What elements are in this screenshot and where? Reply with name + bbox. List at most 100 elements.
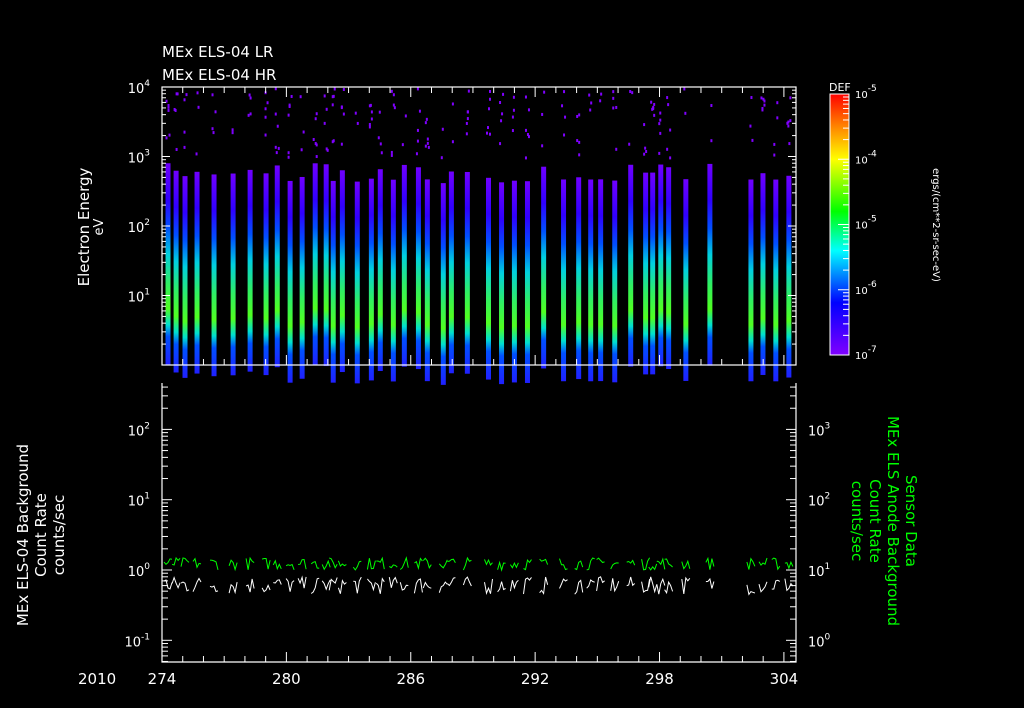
high-energy-count [788,142,791,146]
high-energy-count [416,139,419,143]
high-energy-count [659,111,662,115]
energy-tick-label: 101 [128,288,150,306]
background-segment [310,560,320,569]
high-energy-count [401,143,404,147]
high-energy-count [588,93,591,97]
spectrogram-marks [165,87,792,385]
high-energy-count [165,136,168,140]
high-energy-count [541,112,544,116]
high-energy-count [274,145,277,149]
high-energy-count [524,156,527,160]
orbit-pass-band [707,163,713,366]
high-energy-count [512,95,515,99]
high-energy-count [325,107,328,111]
background-segment [366,558,376,570]
high-energy-count [287,155,290,159]
high-energy-count [425,117,428,121]
orbit-pass-band [299,176,305,379]
background-segment [559,558,568,571]
high-energy-count [773,153,776,157]
high-energy-count [212,131,215,135]
background-segment [209,559,219,571]
background-segment [209,585,219,593]
background-series-marks [163,556,794,596]
orbit-pass-band [576,177,582,380]
high-energy-count [214,110,217,114]
background-segment [664,558,673,568]
high-energy-count [527,135,530,139]
background-segment [771,557,781,571]
high-energy-count [392,103,395,107]
high-energy-count [576,114,579,118]
high-energy-count [578,153,581,157]
background-segment [746,557,756,570]
high-energy-count [315,155,318,159]
high-energy-count [175,92,178,96]
high-energy-count [392,93,395,97]
high-energy-count [487,107,490,111]
high-energy-count [247,113,250,117]
high-energy-count [276,124,279,128]
high-energy-count [643,152,646,156]
orbit-pass-band [339,170,345,373]
background-segment [641,557,651,571]
background-segment [705,577,715,589]
high-energy-count [750,96,753,100]
energy-tick-label: 103 [128,149,150,167]
high-energy-count [499,101,502,105]
background-segment [337,579,347,594]
high-energy-count [666,96,669,100]
high-energy-count [465,121,468,125]
high-energy-count [287,151,290,155]
plot-title-lr: MEx ELS-04 LR [162,43,273,61]
high-energy-count [653,102,656,106]
high-energy-count [451,140,454,144]
high-energy-count [315,112,318,116]
high-energy-count [563,90,566,94]
orbit-pass-band [415,167,421,370]
x-tick-label: 274 [148,670,177,688]
background-segment [648,576,658,594]
high-energy-count [563,133,566,137]
background-segment [438,581,448,593]
high-energy-count [441,127,444,131]
background-segment [610,578,620,593]
left-axis-tick-label: 102 [128,421,150,439]
x-tick-label: 286 [396,670,425,688]
colorbar-tick-label: 10-6 [855,280,877,297]
high-energy-count [658,122,661,126]
high-energy-count [578,140,581,144]
high-energy-count [377,136,380,140]
orbit-pass-band [643,172,649,375]
high-energy-count [197,105,200,109]
high-energy-count [773,142,776,146]
high-energy-count [527,108,530,112]
high-energy-count [512,108,515,112]
high-energy-count [312,137,315,141]
orbit-pass-band [650,172,656,375]
x-tick-label: 280 [272,670,301,688]
background-segment [298,558,307,570]
orbit-pass-band [440,183,446,385]
background-segment [509,562,519,569]
background-segment [328,557,338,569]
high-energy-count [404,114,407,118]
high-energy-count [488,89,491,93]
high-energy-count [378,110,381,114]
high-energy-count [789,96,792,100]
high-energy-count [211,93,214,97]
orbit-pass-band [541,166,547,369]
high-energy-count [684,111,687,115]
high-energy-count [541,144,544,148]
high-energy-count [354,111,357,115]
spectrogram-ticks [161,86,796,366]
high-energy-count [174,108,177,112]
high-energy-count [332,94,335,98]
background-segment [285,578,295,592]
high-energy-count [667,103,670,107]
background-segment [648,563,658,571]
x-tick-label: 298 [645,670,674,688]
high-energy-count [333,87,336,91]
background-segment [228,559,238,572]
orbit-pass-band [211,174,217,377]
